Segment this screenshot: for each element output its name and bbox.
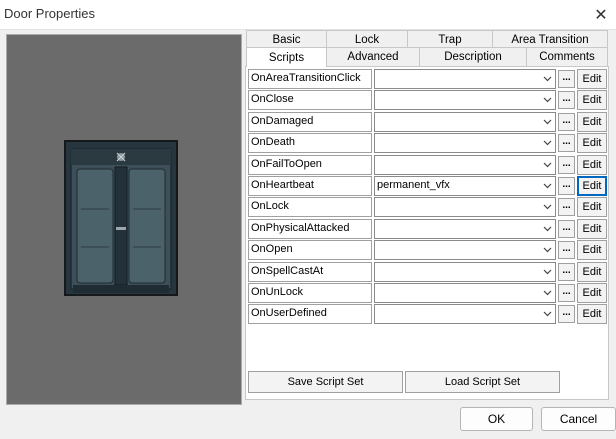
title-bar: Door Properties ✕ — [0, 0, 616, 30]
edit-button[interactable]: Edit — [577, 176, 607, 196]
tab-advanced[interactable]: Advanced — [326, 47, 420, 66]
tab-comments[interactable]: Comments — [526, 47, 608, 66]
edit-button[interactable]: Edit — [577, 154, 607, 175]
chevron-down-icon[interactable] — [541, 220, 553, 238]
browse-button[interactable]: ... — [558, 70, 575, 88]
script-event-label: OnLock — [248, 197, 372, 218]
edit-button[interactable]: Edit — [577, 133, 607, 154]
edit-button[interactable]: Edit — [577, 283, 607, 303]
edit-button[interactable]: Edit — [577, 111, 607, 132]
edit-button[interactable]: Edit — [577, 197, 607, 218]
browse-button[interactable]: ... — [558, 262, 575, 281]
browse-button[interactable]: ... — [558, 305, 575, 324]
script-event-label: OnDamaged — [248, 111, 372, 132]
script-combo[interactable] — [374, 261, 556, 282]
script-combo[interactable] — [374, 90, 556, 111]
browse-button[interactable]: ... — [558, 177, 575, 195]
chevron-down-icon[interactable] — [541, 263, 553, 281]
script-combo[interactable]: permanent_vfx — [374, 176, 556, 196]
chevron-down-icon[interactable] — [541, 134, 553, 152]
door-model-icon — [64, 140, 178, 296]
edit-button[interactable]: Edit — [577, 69, 607, 89]
script-event-label: OnUserDefined — [248, 304, 372, 325]
script-combo[interactable] — [374, 283, 556, 303]
script-event-label: OnDeath — [248, 133, 372, 154]
script-combo[interactable] — [374, 111, 556, 132]
script-event-label: OnClose — [248, 90, 372, 111]
script-combo[interactable] — [374, 304, 556, 325]
chevron-down-icon[interactable] — [541, 198, 553, 216]
tab-description[interactable]: Description — [419, 47, 527, 66]
window-title: Door Properties — [4, 6, 96, 21]
browse-button[interactable]: ... — [558, 155, 575, 174]
browse-button[interactable]: ... — [558, 112, 575, 131]
script-combo-value: permanent_vfx — [377, 179, 450, 191]
ok-button[interactable]: OK — [460, 407, 533, 431]
tab-row-front: Scripts Advanced Description Comments — [246, 47, 608, 67]
edit-button[interactable]: Edit — [577, 240, 607, 261]
chevron-down-icon[interactable] — [541, 156, 553, 174]
script-combo[interactable] — [374, 133, 556, 154]
script-combo[interactable] — [374, 197, 556, 218]
browse-button[interactable]: ... — [558, 284, 575, 302]
browse-button[interactable]: ... — [558, 219, 575, 238]
edit-button[interactable]: Edit — [577, 261, 607, 282]
edit-button[interactable]: Edit — [577, 90, 607, 111]
browse-button[interactable]: ... — [558, 198, 575, 217]
chevron-down-icon[interactable] — [541, 305, 553, 323]
chevron-down-icon[interactable] — [541, 284, 553, 302]
script-event-label: OnFailToOpen — [248, 154, 372, 175]
scripts-panel: OnAreaTransitionClick... Edit OnClose... Ed… — [245, 66, 609, 400]
script-event-label: OnOpen — [248, 240, 372, 261]
browse-button[interactable]: ... — [558, 134, 575, 153]
tab-scripts[interactable]: Scripts — [246, 47, 327, 67]
chevron-down-icon[interactable] — [541, 241, 553, 259]
script-event-label: OnPhysicalAttacked — [248, 218, 372, 239]
script-event-label: OnSpellCastAt — [248, 261, 372, 282]
browse-button[interactable]: ... — [558, 241, 575, 260]
script-combo[interactable] — [374, 69, 556, 89]
script-event-label: OnHeartbeat — [248, 176, 372, 196]
save-script-set-button[interactable]: Save Script Set — [248, 371, 403, 393]
script-combo[interactable] — [374, 218, 556, 239]
close-icon[interactable]: ✕ — [586, 0, 616, 30]
chevron-down-icon[interactable] — [541, 91, 553, 109]
chevron-down-icon[interactable] — [541, 70, 553, 88]
script-combo[interactable] — [374, 240, 556, 261]
script-event-label: OnUnLock — [248, 283, 372, 303]
browse-button[interactable]: ... — [558, 91, 575, 110]
script-combo[interactable] — [374, 154, 556, 175]
chevron-down-icon[interactable] — [541, 177, 553, 195]
cancel-button[interactable]: Cancel — [541, 407, 616, 431]
load-script-set-button[interactable]: Load Script Set — [405, 371, 560, 393]
door-preview-pane — [6, 34, 242, 405]
edit-button[interactable]: Edit — [577, 218, 607, 239]
script-event-label: OnAreaTransitionClick — [248, 69, 372, 89]
edit-button[interactable]: Edit — [577, 304, 607, 325]
chevron-down-icon[interactable] — [541, 113, 553, 131]
